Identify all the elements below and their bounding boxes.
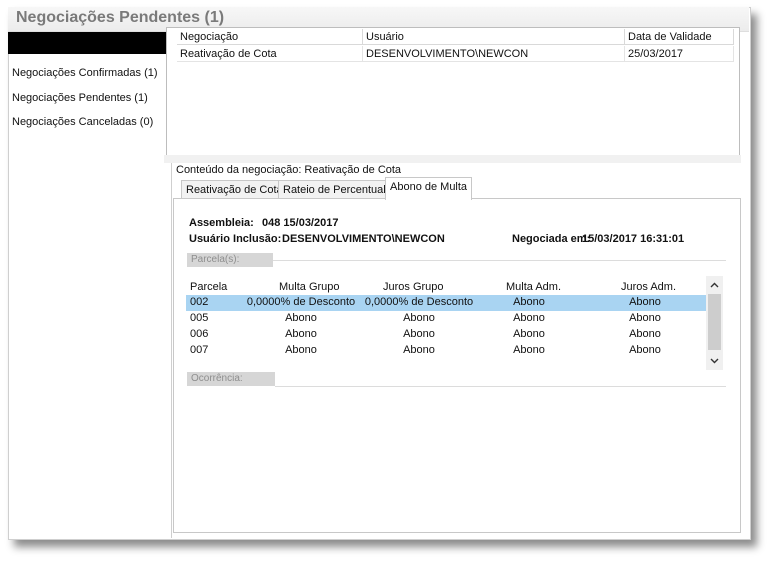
tab-abono-de-multa[interactable]: Abono de Multa: [385, 177, 473, 200]
column-header-juros-grupo[interactable]: Juros Grupo: [383, 281, 444, 293]
cell-multa-adm: Abono: [513, 312, 545, 324]
usuario-inclusao-label: Usuário Inclusão:: [189, 233, 282, 245]
chevron-down-icon[interactable]: [706, 353, 723, 369]
cell-juros-grupo: Abono: [403, 344, 435, 356]
parcelas-group-line: [273, 260, 726, 261]
sidebar-item-confirmadas[interactable]: Negociações Confirmadas (1): [12, 67, 158, 79]
column-header-parcela[interactable]: Parcela: [190, 281, 227, 293]
cell-multa-grupo: 0,0000% de Desconto: [246, 296, 356, 308]
ocorrencia-group-line: [275, 386, 726, 387]
column-header-juros-adm[interactable]: Juros Adm.: [621, 281, 676, 293]
cell-multa-grupo: Abono: [285, 328, 317, 340]
cell-juros-adm: Abono: [629, 312, 661, 324]
cell-juros-adm: Abono: [629, 296, 661, 308]
cell-parcela: 007: [190, 344, 209, 356]
tab-rateio-de-percentual[interactable]: Rateio de Percentual: [278, 180, 391, 199]
sidebar-header: [8, 32, 171, 54]
cell-parcela: 002: [190, 296, 209, 308]
cell-juros-grupo: 0,0000% de Desconto: [364, 296, 474, 308]
cell-parcela: 006: [190, 328, 209, 340]
table-row[interactable]: 005 Abono Abono Abono Abono: [186, 311, 706, 327]
table-row[interactable]: 006 Abono Abono Abono Abono: [186, 327, 706, 343]
sidebar-item-canceladas[interactable]: Negociações Canceladas (0): [12, 116, 153, 128]
table-row[interactable]: 007 Abono Abono Abono Abono: [186, 343, 706, 359]
column-header-multa-adm[interactable]: Multa Adm.: [506, 281, 561, 293]
cell-negociacao: Reativação de Cota: [177, 46, 363, 62]
negociada-value: 15/03/2017 16:31:01: [582, 233, 685, 245]
usuario-inclusao-value: DESENVOLVIMENTO\NEWCON: [282, 233, 445, 245]
cell-multa-adm: Abono: [513, 344, 545, 356]
column-header-negociacao[interactable]: Negociação: [177, 29, 363, 45]
chevron-up-icon[interactable]: [706, 277, 723, 293]
column-header-data-validade[interactable]: Data de Validade: [625, 29, 734, 45]
cell-multa-adm: Abono: [513, 296, 545, 308]
parcelas-scrollbar[interactable]: [706, 276, 723, 370]
ocorrencia-group-label: Ocorrência:: [187, 372, 275, 386]
parcelas-group-label: Parcela(s):: [187, 253, 273, 267]
cell-parcela: 005: [190, 312, 209, 324]
negociada-label: Negociada em:: [512, 233, 591, 245]
cell-multa-grupo: Abono: [285, 344, 317, 356]
cell-juros-adm: Abono: [629, 328, 661, 340]
section-separator: [164, 155, 741, 163]
cell-multa-grupo: Abono: [285, 312, 317, 324]
column-header-usuario[interactable]: Usuário: [363, 29, 625, 45]
table-row[interactable]: 002 0,0000% de Desconto 0,0000% de Desco…: [186, 295, 706, 311]
assembleia-label: Assembleia:: [189, 217, 254, 229]
column-header-multa-grupo[interactable]: Multa Grupo: [279, 281, 340, 293]
cell-usuario: DESENVOLVIMENTO\NEWCON: [363, 46, 625, 62]
tab-panel-abono-de-multa: [173, 198, 741, 533]
scroll-thumb[interactable]: [708, 294, 721, 350]
negotiations-table: Negociação Usuário Data de Validade Reat…: [166, 27, 740, 157]
assembleia-value: 048 15/03/2017: [262, 217, 339, 229]
window-title: Negociações Pendentes (1): [16, 9, 225, 26]
cell-juros-grupo: Abono: [403, 312, 435, 324]
cell-juros-grupo: Abono: [403, 328, 435, 340]
content-label: Conteúdo da negociação: Reativação de Co…: [176, 164, 402, 176]
cell-juros-adm: Abono: [629, 344, 661, 356]
cell-data-validade: 25/03/2017: [625, 46, 734, 62]
cell-multa-adm: Abono: [513, 328, 545, 340]
sidebar-item-pendentes[interactable]: Negociações Pendentes (1): [12, 92, 148, 104]
tab-reativacao-de-cota[interactable]: Reativação de Cota: [181, 180, 288, 199]
